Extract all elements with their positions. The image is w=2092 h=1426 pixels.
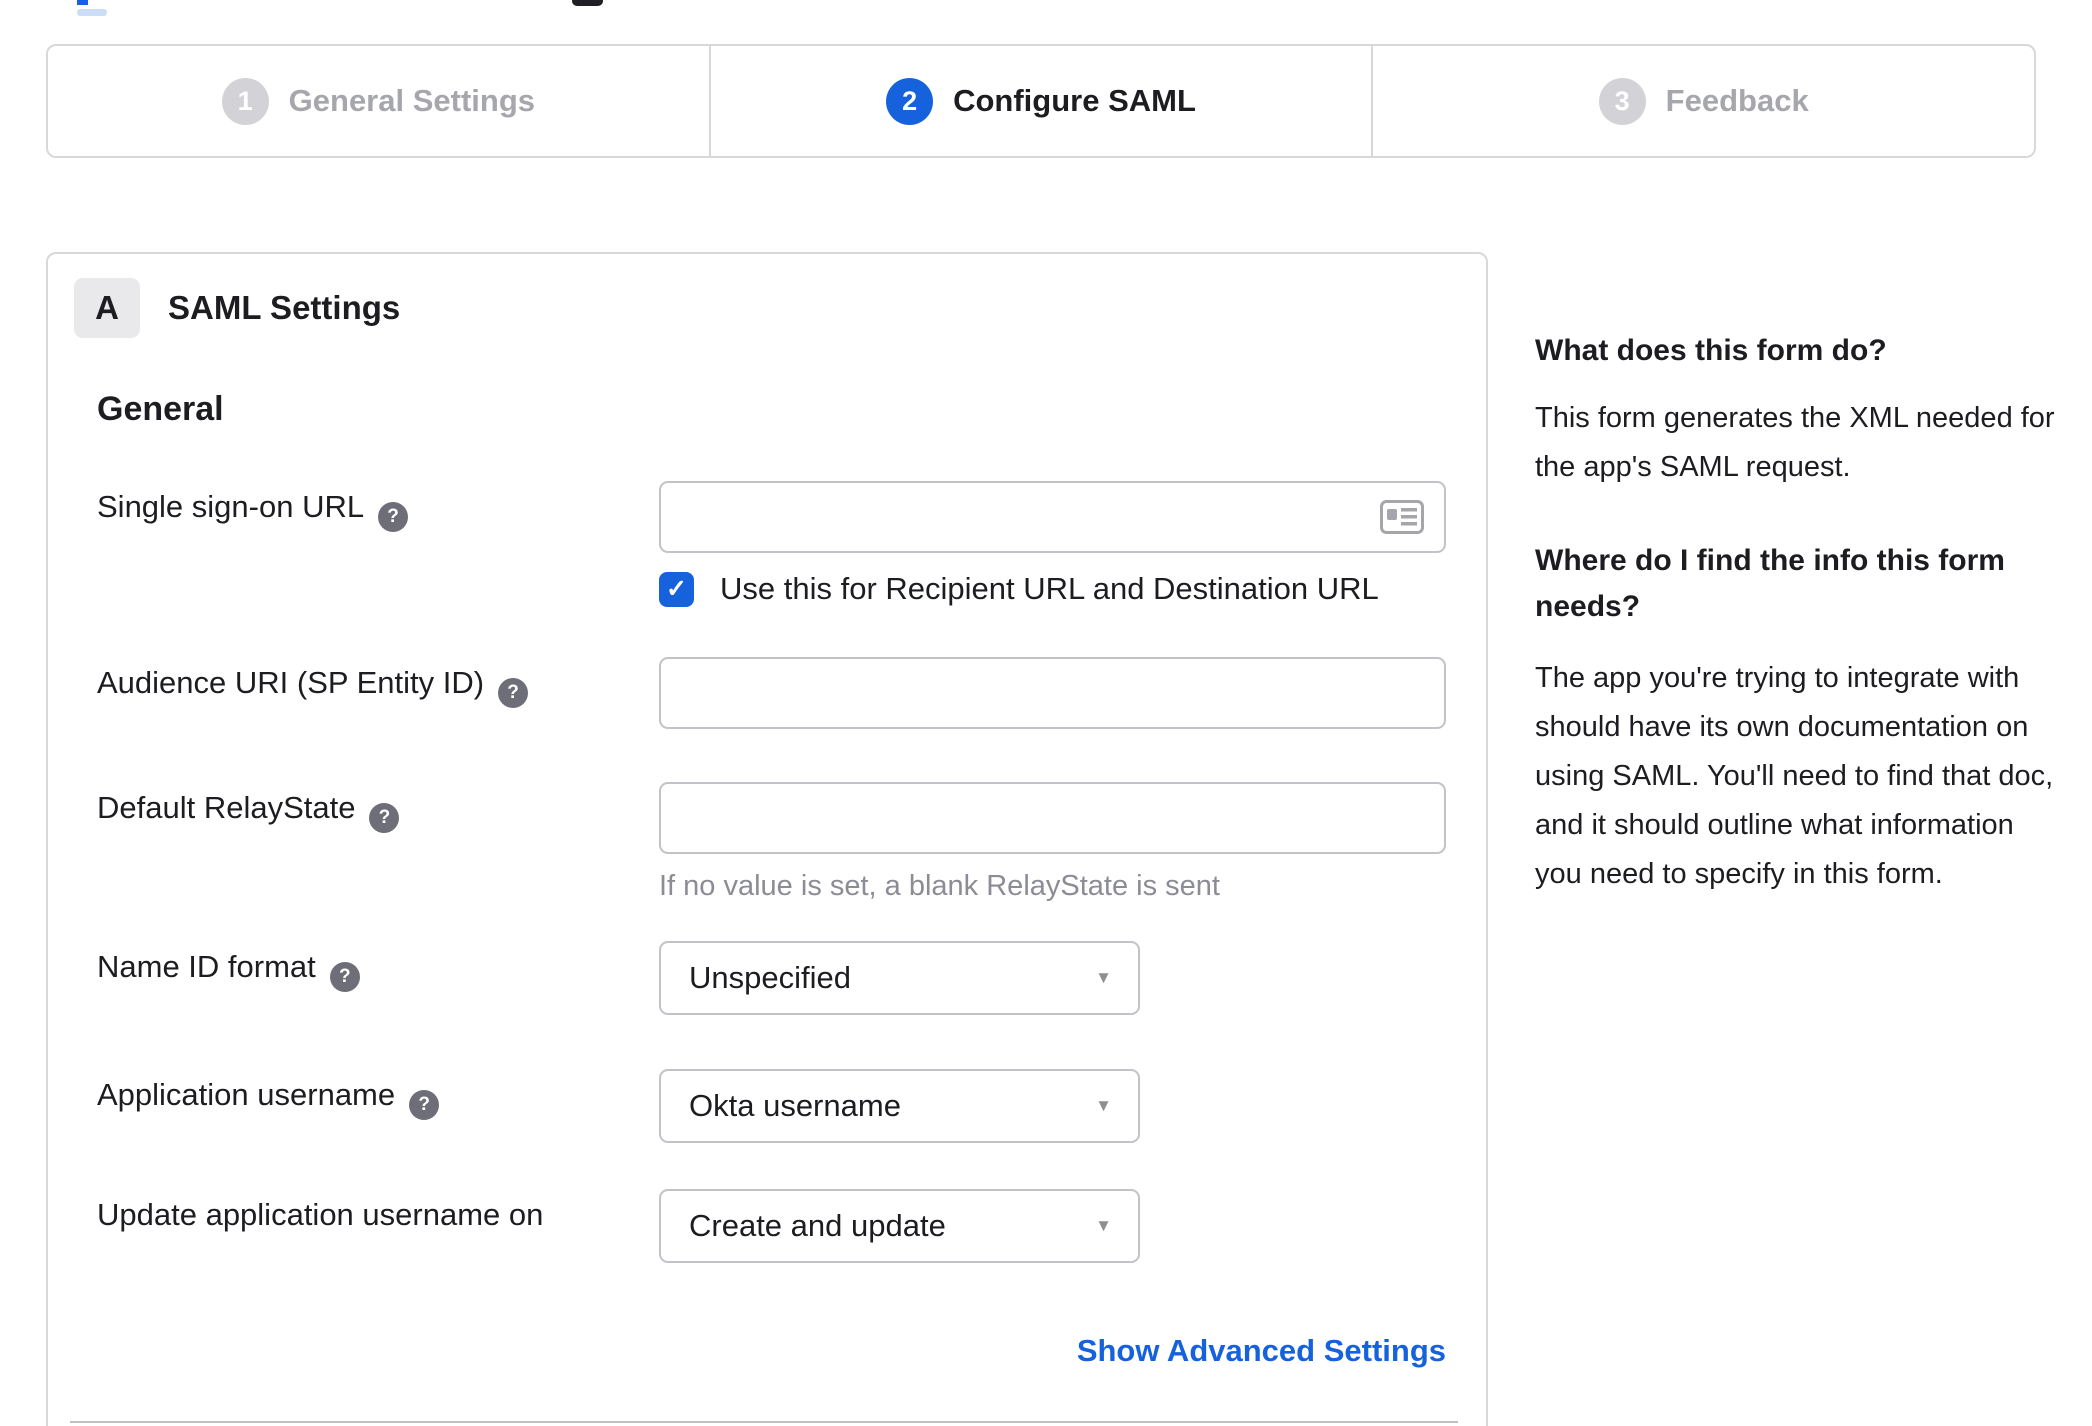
sidebar-paragraph-what: This form generates the XML needed for t… [1535,402,2055,483]
single-sign-on-url-label: Single sign-on URL? [97,481,659,607]
update-username-on-label: Update application username on [97,1197,544,1232]
section-divider [70,1421,1458,1423]
check-icon: ✓ [666,575,687,603]
field-row-update-username-on: Update application username on Create an… [97,1189,1450,1263]
show-advanced-settings-link[interactable]: Show Advanced Settings [1077,1333,1446,1368]
saml-settings-panel: A SAML Settings General Single sign-on U… [46,252,1488,1426]
panel-header: A SAML Settings [74,278,1450,338]
help-sidebar: What does this form do? This form genera… [1535,328,2055,899]
help-icon[interactable]: ? [378,502,409,532]
step-1-circle: 1 [221,77,269,125]
field-row-single-sign-on-url: Single sign-on URL? ✓ Use this for Recip… [97,481,1450,607]
step-feedback[interactable]: 3 Feedback [1371,46,2034,156]
audience-uri-input[interactable] [659,657,1446,729]
step-1-label: General Settings [288,83,536,118]
name-id-format-value: Unspecified [689,960,851,995]
contact-card-icon [1380,500,1424,534]
name-id-format-select[interactable]: Unspecified ▼ [659,941,1140,1015]
sidebar-heading-what: What does this form do? [1535,334,1887,367]
step-3-circle: 3 [1598,77,1646,125]
step-general-settings[interactable]: 1 General Settings [48,46,709,156]
clipped-toggle-fragment [572,0,603,6]
chevron-down-icon: ▼ [1095,1096,1112,1115]
single-sign-on-url-input[interactable] [659,481,1446,553]
field-row-application-username: Application username? Okta username ▼ [97,1069,1450,1143]
section-a-badge: A [74,278,140,338]
step-2-circle: 2 [886,77,934,125]
step-configure-saml[interactable]: 2 Configure SAML [708,46,1372,156]
recipient-url-checkbox-row: ✓ Use this for Recipient URL and Destina… [659,571,1446,607]
help-icon[interactable]: ? [498,678,529,708]
update-username-on-value: Create and update [689,1208,946,1243]
step-3-label: Feedback [1665,83,1809,118]
sidebar-paragraph-where: The app you're trying to integrate with … [1535,662,2054,890]
field-row-name-id-format: Name ID format? Unspecified ▼ [97,941,1450,1015]
panel-title: SAML Settings [168,289,401,326]
field-row-audience-uri: Audience URI (SP Entity ID)? [97,657,1450,729]
recipient-url-checkbox[interactable]: ✓ [659,571,694,607]
application-username-value: Okta username [689,1088,901,1123]
default-relaystate-input[interactable] [659,782,1446,854]
single-sign-on-url-input-wrap [659,481,1446,553]
configure-saml-page: 1 General Settings 2 Configure SAML 3 Fe… [0,0,2092,1426]
name-id-format-label: Name ID format? [97,941,659,1015]
clipped-back-link-ghost [77,9,107,16]
step-2-label: Configure SAML [953,83,1196,118]
help-icon[interactable]: ? [329,962,360,992]
default-relaystate-label: Default RelayState? [97,782,659,903]
help-icon[interactable]: ? [409,1090,440,1120]
chevron-down-icon: ▼ [1095,968,1112,987]
update-username-on-select[interactable]: Create and update ▼ [659,1189,1140,1263]
recipient-url-checkbox-label[interactable]: Use this for Recipient URL and Destinati… [720,571,1379,607]
clipped-back-link-fragment [77,0,88,5]
wizard-stepper: 1 General Settings 2 Configure SAML 3 Fe… [46,44,2036,158]
advanced-settings-row: Show Advanced Settings [97,1333,1446,1369]
relaystate-hint: If no value is set, a blank RelayState i… [659,870,1220,902]
audience-uri-label: Audience URI (SP Entity ID)? [97,657,659,729]
chevron-down-icon: ▼ [1095,1216,1112,1235]
help-icon[interactable]: ? [369,803,400,833]
general-section-heading: General [97,390,224,428]
field-row-default-relaystate: Default RelayState? If no value is set, … [97,782,1450,903]
application-username-select[interactable]: Okta username ▼ [659,1069,1140,1143]
application-username-label: Application username? [97,1069,659,1143]
sidebar-heading-where: Where do I find the info this form needs… [1535,544,2005,623]
